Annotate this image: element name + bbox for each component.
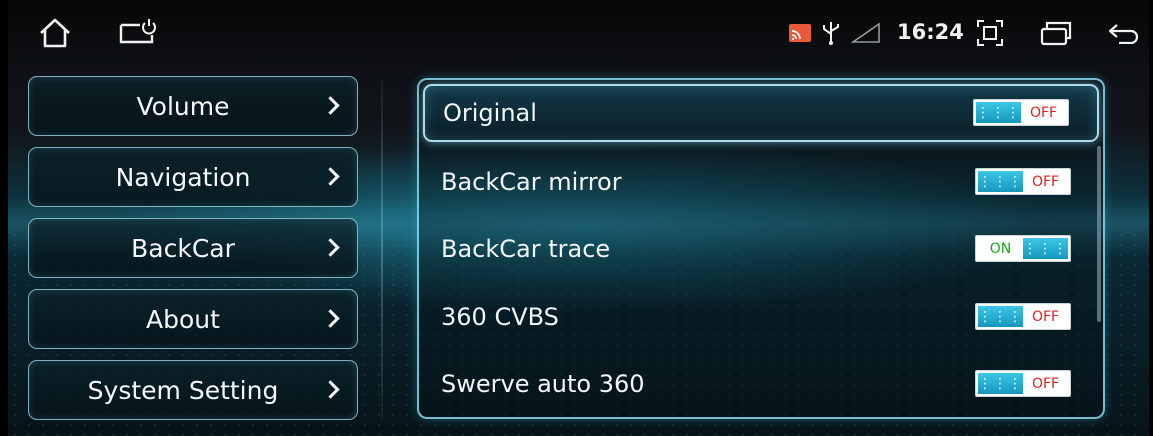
- toggle-knob: ⋮⋮⋮: [976, 102, 1021, 123]
- back-icon[interactable]: [1107, 22, 1141, 44]
- menu-item-about[interactable]: About: [28, 289, 358, 349]
- chevron-right-icon: [321, 238, 340, 257]
- toggle-knob: ⋮⋮⋮: [978, 306, 1023, 327]
- clock: 16:24: [897, 20, 964, 44]
- menu-item-system-setting[interactable]: System Setting: [28, 360, 358, 420]
- setting-label: Original: [443, 99, 537, 127]
- chevron-right-icon: [321, 167, 340, 186]
- 360-cvbs-toggle[interactable]: ⋮⋮⋮ OFF: [975, 303, 1071, 330]
- chevron-right-icon: [321, 380, 340, 399]
- toggle-knob: ⋮⋮⋮: [1023, 238, 1068, 259]
- setting-label: Swerve auto 360: [441, 370, 645, 398]
- menu-item-volume[interactable]: Volume: [28, 76, 358, 136]
- signal-icon: [851, 22, 881, 44]
- setting-row-backcar-trace[interactable]: BackCar trace ON ⋮⋮⋮: [423, 220, 1099, 278]
- fullscreen-icon[interactable]: [976, 19, 1004, 47]
- setting-row-swerve-auto-360[interactable]: Swerve auto 360 ⋮⋮⋮ OFF: [423, 355, 1099, 413]
- scrollbar[interactable]: [1097, 146, 1101, 322]
- backcar-mirror-toggle[interactable]: ⋮⋮⋮ OFF: [975, 168, 1071, 195]
- home-icon[interactable]: [38, 18, 72, 48]
- cast-icon: [788, 23, 812, 43]
- backcar-settings-panel: Original ⋮⋮⋮ OFF BackCar mirror ⋮⋮⋮ OFF …: [417, 78, 1105, 419]
- settings-menu: Volume Navigation BackCar About System S…: [28, 76, 358, 431]
- toggle-knob: ⋮⋮⋮: [978, 373, 1023, 394]
- menu-item-label: System Setting: [87, 375, 279, 405]
- menu-item-label: Navigation: [115, 162, 251, 192]
- toggle-state: OFF: [1023, 171, 1068, 192]
- menu-item-navigation[interactable]: Navigation: [28, 147, 358, 207]
- setting-label: BackCar trace: [441, 235, 611, 263]
- toggle-state: OFF: [1021, 102, 1066, 123]
- status-bar: 16:24: [8, 0, 1149, 62]
- menu-item-label: BackCar: [131, 233, 235, 263]
- setting-row-original[interactable]: Original ⋮⋮⋮ OFF: [423, 84, 1099, 142]
- toggle-knob: ⋮⋮⋮: [978, 171, 1023, 192]
- toggle-state: OFF: [1023, 306, 1068, 327]
- backcar-trace-toggle[interactable]: ON ⋮⋮⋮: [975, 235, 1071, 262]
- setting-row-backcar-mirror[interactable]: BackCar mirror ⋮⋮⋮ OFF: [423, 153, 1099, 211]
- menu-item-label: Volume: [136, 91, 230, 121]
- toggle-state: OFF: [1023, 373, 1068, 394]
- screen-power-icon[interactable]: [118, 18, 158, 44]
- settings-screen: 16:24 Volume Navigation BackCar About Sy…: [8, 0, 1149, 436]
- swerve-auto-360-toggle[interactable]: ⋮⋮⋮ OFF: [975, 370, 1071, 397]
- window-icon[interactable]: [1040, 20, 1072, 46]
- menu-item-backcar[interactable]: BackCar: [28, 218, 358, 278]
- menu-item-label: About: [146, 304, 220, 334]
- setting-row-360-cvbs[interactable]: 360 CVBS ⋮⋮⋮ OFF: [423, 288, 1099, 346]
- original-toggle[interactable]: ⋮⋮⋮ OFF: [973, 99, 1069, 126]
- chevron-right-icon: [321, 96, 340, 115]
- setting-label: 360 CVBS: [441, 303, 559, 331]
- toggle-state: ON: [978, 238, 1023, 259]
- divider: [381, 80, 383, 420]
- setting-label: BackCar mirror: [441, 168, 622, 196]
- chevron-right-icon: [321, 309, 340, 328]
- usb-icon: [820, 20, 842, 46]
